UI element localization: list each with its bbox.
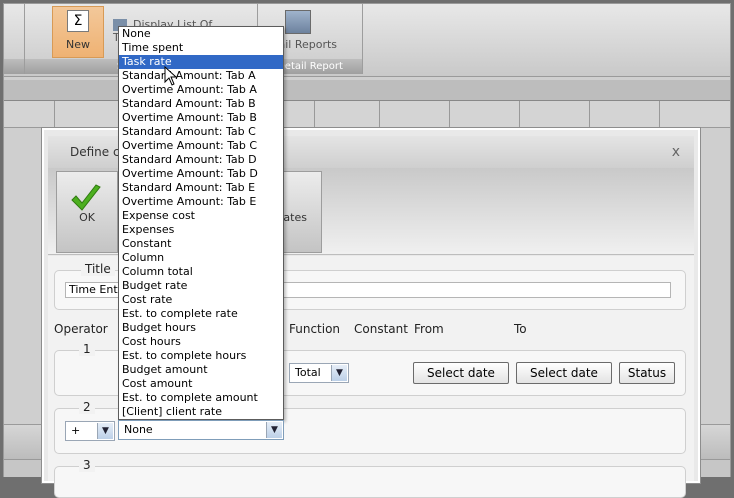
- grid-column-divider: [519, 101, 520, 127]
- operator-select-value: +: [71, 424, 81, 437]
- dropdown-option[interactable]: [Client] client rate: [119, 405, 283, 419]
- operator-header: Operator: [54, 322, 108, 336]
- grid-column-divider: [449, 101, 450, 127]
- title-legend: Title: [81, 262, 115, 276]
- dropdown-option[interactable]: Overtime Amount: Tab D: [119, 167, 283, 181]
- row-3-fieldset: 3: [54, 458, 686, 498]
- grid-column-divider: [659, 101, 660, 127]
- to-select-date-button[interactable]: Select date: [516, 362, 612, 384]
- dropdown-option[interactable]: None: [119, 27, 283, 41]
- new-button[interactable]: Σ New: [52, 6, 104, 58]
- dropdown-option[interactable]: Cost rate: [119, 293, 283, 307]
- grid-toolbar-strip: [4, 80, 730, 101]
- function-header: Function: [289, 322, 341, 336]
- checkmark-icon: [71, 184, 101, 211]
- to-header: To: [514, 322, 527, 336]
- ribbon-group-left: [4, 4, 25, 74]
- chevron-down-icon: ▼: [97, 423, 113, 439]
- row-3-number: 3: [79, 458, 95, 472]
- chevron-down-icon: ▼: [331, 365, 347, 381]
- dropdown-option[interactable]: Budget hours: [119, 321, 283, 335]
- dropdown-option[interactable]: Est. to complete hours: [119, 349, 283, 363]
- dropdown-option[interactable]: Cost hours: [119, 335, 283, 349]
- function-select[interactable]: Total ▼: [289, 363, 349, 383]
- dropdown-option[interactable]: Standard Amount: Tab B: [119, 97, 283, 111]
- new-button-label: New: [66, 38, 90, 51]
- dropdown-option[interactable]: Standard Amount: Tab C: [119, 125, 283, 139]
- ok-button-label: OK: [79, 211, 95, 224]
- grid-column-divider: [589, 101, 590, 127]
- dropdown-option[interactable]: Constant: [119, 237, 283, 251]
- ok-button[interactable]: OK: [56, 171, 118, 253]
- dropdown-option[interactable]: Overtime Amount: Tab C: [119, 139, 283, 153]
- close-icon[interactable]: x: [672, 144, 680, 160]
- mouse-pointer-icon: [164, 66, 178, 86]
- grid-column-divider: [379, 101, 380, 127]
- dropdown-option[interactable]: Budget rate: [119, 279, 283, 293]
- chevron-down-icon[interactable]: ▼: [266, 422, 282, 438]
- row-2-number: 2: [79, 400, 95, 414]
- row-1-number: 1: [79, 342, 95, 356]
- dropdown-option[interactable]: Task rate: [119, 55, 283, 69]
- dropdown-option[interactable]: Overtime Amount: Tab B: [119, 111, 283, 125]
- grid-column-divider: [54, 101, 55, 127]
- dropdown-option[interactable]: Overtime Amount: Tab A: [119, 83, 283, 97]
- type-combobox-value: None: [124, 423, 153, 436]
- from-header: From: [414, 322, 444, 336]
- dropdown-option[interactable]: Standard Amount: Tab A: [119, 69, 283, 83]
- dropdown-option[interactable]: Expense cost: [119, 209, 283, 223]
- dropdown-option[interactable]: Budget amount: [119, 363, 283, 377]
- constant-header: Constant: [354, 322, 408, 336]
- ribbon: Σ New Display List Of Templates Summary …: [4, 4, 730, 77]
- ribbon-group-left-caption: [4, 59, 24, 74]
- operator-select[interactable]: + ▼: [65, 421, 115, 441]
- grid-column-divider: [314, 101, 315, 127]
- dropdown-option[interactable]: Expenses: [119, 223, 283, 237]
- dropdown-option[interactable]: Column: [119, 251, 283, 265]
- function-select-value: Total: [295, 366, 321, 379]
- dropdown-option[interactable]: Cost amount: [119, 377, 283, 391]
- report-icon: [285, 10, 311, 34]
- status-button[interactable]: Status: [619, 362, 675, 384]
- dropdown-option[interactable]: Overtime Amount: Tab E: [119, 195, 283, 209]
- dropdown-option[interactable]: Time spent: [119, 41, 283, 55]
- dropdown-option[interactable]: Standard Amount: Tab D: [119, 153, 283, 167]
- dropdown-option[interactable]: Est. to complete rate: [119, 307, 283, 321]
- dropdown-option[interactable]: Est. to complete amount: [119, 391, 283, 405]
- dropdown-option[interactable]: Column total: [119, 265, 283, 279]
- grid-header: [4, 101, 730, 128]
- type-dropdown-list[interactable]: None Time spent Task rate Standard Amount: …: [118, 26, 284, 420]
- from-select-date-button[interactable]: Select date: [413, 362, 509, 384]
- dropdown-option[interactable]: Standard Amount: Tab E: [119, 181, 283, 195]
- sigma-icon: Σ: [67, 10, 89, 32]
- type-combobox[interactable]: None ▼: [118, 420, 284, 440]
